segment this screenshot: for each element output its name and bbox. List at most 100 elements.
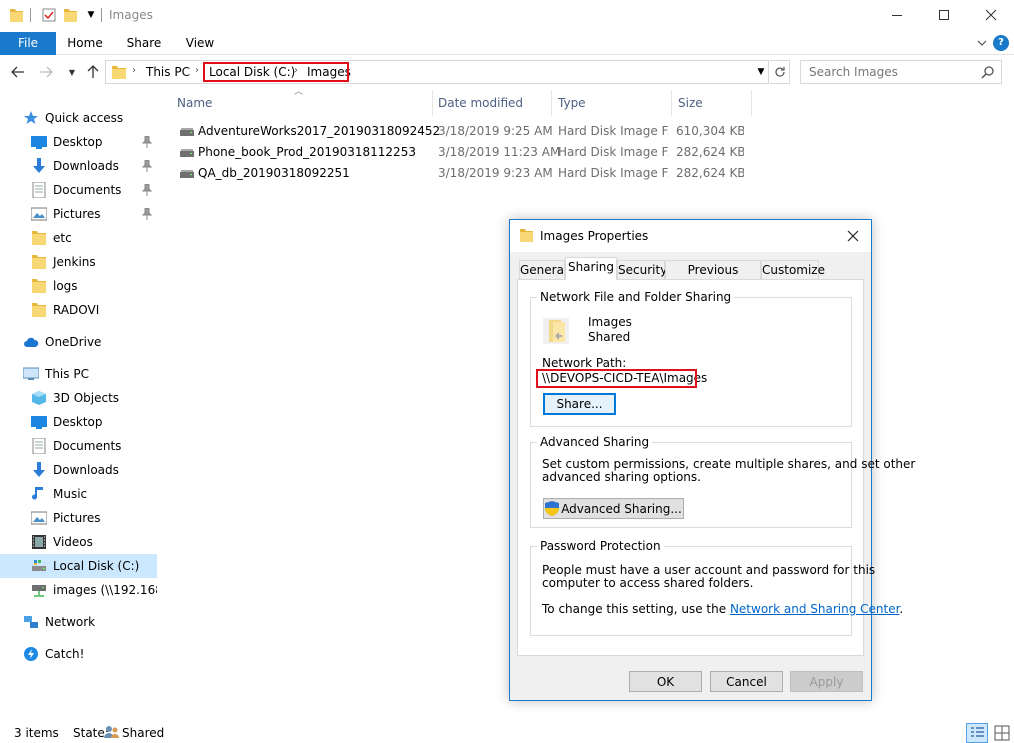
sidebar-item-catch[interactable]: Catch! xyxy=(0,642,157,666)
3d-objects-icon xyxy=(32,391,46,405)
tab-customize[interactable]: Customize xyxy=(761,260,825,279)
sidebar-item-pc-desktop[interactable]: Desktop xyxy=(0,410,157,434)
cancel-button[interactable]: Cancel xyxy=(710,671,783,692)
back-button[interactable] xyxy=(10,64,26,80)
search-input[interactable]: Search Images xyxy=(809,65,898,79)
documents-icon xyxy=(32,182,46,198)
password-description-line3: To change this setting, use the Network … xyxy=(542,602,903,616)
file-date: 3/18/2019 11:23 AM xyxy=(438,145,561,159)
sidebar-item-pc-documents[interactable]: Documents xyxy=(0,434,157,458)
sidebar-item-pictures[interactable]: Pictures xyxy=(0,202,157,226)
sidebar-item-label: 3D Objects xyxy=(53,391,120,405)
column-separator[interactable] xyxy=(551,90,552,116)
pin-icon xyxy=(142,136,152,148)
desktop-icon xyxy=(31,416,47,429)
sidebar-item-music[interactable]: Music xyxy=(0,482,157,506)
sidebar-item-videos[interactable]: Videos xyxy=(0,530,157,554)
sidebar-item-3d-objects[interactable]: 3D Objects xyxy=(0,386,157,410)
sidebar-item-downloads[interactable]: Downloads xyxy=(0,154,157,178)
sidebar-item-pc-downloads[interactable]: Downloads xyxy=(0,458,157,482)
sidebar-item-network-drive[interactable]: images (\\192.168.6 xyxy=(0,578,157,602)
sidebar-item-label: Local Disk (C:) xyxy=(53,559,140,573)
large-icons-view-button[interactable] xyxy=(992,723,1012,743)
share-folder-name: Images xyxy=(588,315,632,329)
details-view-button[interactable] xyxy=(966,723,988,743)
sidebar-item-local-disk[interactable]: Local Disk (C:) xyxy=(0,554,157,578)
table-row[interactable]: Phone_book_Prod_20190318112253 3/18/2019… xyxy=(170,142,758,163)
file-name: AdventureWorks2017_20190318092452 xyxy=(198,124,441,138)
tab-sharing[interactable]: Sharing xyxy=(565,257,617,280)
column-separator[interactable] xyxy=(671,90,672,116)
maximize-button[interactable] xyxy=(921,0,967,30)
sidebar-item-onedrive[interactable]: OneDrive xyxy=(0,330,157,354)
table-row[interactable]: QA_db_20190318092251 3/18/2019 9:23 AM H… xyxy=(170,163,758,184)
pin-icon xyxy=(142,184,152,196)
breadcrumb-separator-icon[interactable]: › xyxy=(132,65,136,76)
tab-file[interactable]: File xyxy=(0,32,56,55)
advanced-sharing-button[interactable]: Advanced Sharing... xyxy=(543,498,684,519)
local-disk-icon xyxy=(32,560,46,571)
group-label: Advanced Sharing xyxy=(537,435,653,449)
shared-users-icon xyxy=(104,726,119,738)
ok-button[interactable]: OK xyxy=(629,671,702,692)
close-button[interactable] xyxy=(968,0,1014,30)
column-header-name[interactable]: Name xyxy=(177,90,433,116)
tab-security[interactable]: Security xyxy=(617,260,667,279)
customize-quick-access-dropdown[interactable]: ▼ xyxy=(85,9,97,21)
group-label: Password Protection xyxy=(537,539,664,553)
sidebar-item-pc-pictures[interactable]: Pictures xyxy=(0,506,157,530)
tab-view[interactable]: View xyxy=(178,32,222,55)
search-icon[interactable] xyxy=(981,65,995,79)
tab-previous-versions[interactable]: Previous Versions xyxy=(665,260,761,295)
tab-general[interactable]: General xyxy=(519,260,567,279)
minimize-button[interactable] xyxy=(874,0,920,30)
separator xyxy=(101,8,102,22)
column-separator[interactable] xyxy=(432,90,433,116)
column-separator[interactable] xyxy=(751,90,752,116)
new-folder-icon[interactable] xyxy=(64,8,77,22)
forward-button[interactable] xyxy=(38,64,54,80)
help-icon[interactable]: ? xyxy=(993,35,1009,51)
address-history-dropdown[interactable]: ▼ xyxy=(754,65,768,79)
back-arrow-icon xyxy=(11,66,24,78)
file-date: 3/18/2019 9:23 AM xyxy=(438,166,553,180)
sidebar-item-documents[interactable]: Documents xyxy=(0,178,157,202)
table-row[interactable]: AdventureWorks2017_20190318092452 3/18/2… xyxy=(170,121,758,142)
sidebar-item-network[interactable]: Network xyxy=(0,610,157,634)
properties-icon[interactable] xyxy=(42,8,56,22)
tab-share[interactable]: Share xyxy=(118,32,170,55)
breadcrumb-this-pc[interactable]: This PC xyxy=(146,65,190,79)
sidebar-item-this-pc[interactable]: This PC xyxy=(0,362,157,386)
window-title: Images xyxy=(109,8,153,22)
search-box[interactable]: Search Images xyxy=(800,60,1002,84)
sidebar-item-label: Videos xyxy=(53,535,93,549)
chevron-down-icon[interactable] xyxy=(975,36,989,50)
separator xyxy=(30,8,31,22)
file-name: Phone_book_Prod_20190318112253 xyxy=(198,145,416,159)
file-size: 282,624 KB xyxy=(676,145,744,159)
column-header-date[interactable]: Date modified xyxy=(438,90,550,116)
tab-home[interactable]: Home xyxy=(60,32,110,55)
up-button[interactable] xyxy=(85,64,101,80)
sidebar-item-etc[interactable]: etc xyxy=(0,226,157,250)
column-header-size[interactable]: Size xyxy=(678,90,750,116)
computer-icon xyxy=(23,367,39,380)
catch-icon xyxy=(24,647,38,661)
sharing-tab-panel: Network File and Folder Sharing Images S… xyxy=(517,279,915,656)
apply-button[interactable]: Apply xyxy=(790,671,863,692)
sidebar-item-desktop[interactable]: Desktop xyxy=(0,130,157,154)
recent-locations-dropdown[interactable]: ▼ xyxy=(64,64,80,80)
sidebar-item-quick-access[interactable]: Quick access xyxy=(0,106,157,130)
downloads-icon xyxy=(33,158,45,173)
sidebar-item-radovi[interactable]: RADOVI xyxy=(0,298,157,322)
network-sharing-center-link[interactable]: Network and Sharing Center xyxy=(730,602,899,616)
dialog-close-button[interactable] xyxy=(843,226,863,246)
sidebar-item-logs[interactable]: logs xyxy=(0,274,157,298)
sidebar-item-jenkins[interactable]: Jenkins xyxy=(0,250,157,274)
highlight-box xyxy=(536,369,697,388)
large-icons-view-icon xyxy=(994,725,1010,741)
refresh-button[interactable] xyxy=(770,60,790,84)
share-button[interactable]: Share... xyxy=(543,393,616,415)
column-header-type[interactable]: Type xyxy=(558,90,670,116)
breadcrumb-separator-icon[interactable]: › xyxy=(195,65,199,76)
